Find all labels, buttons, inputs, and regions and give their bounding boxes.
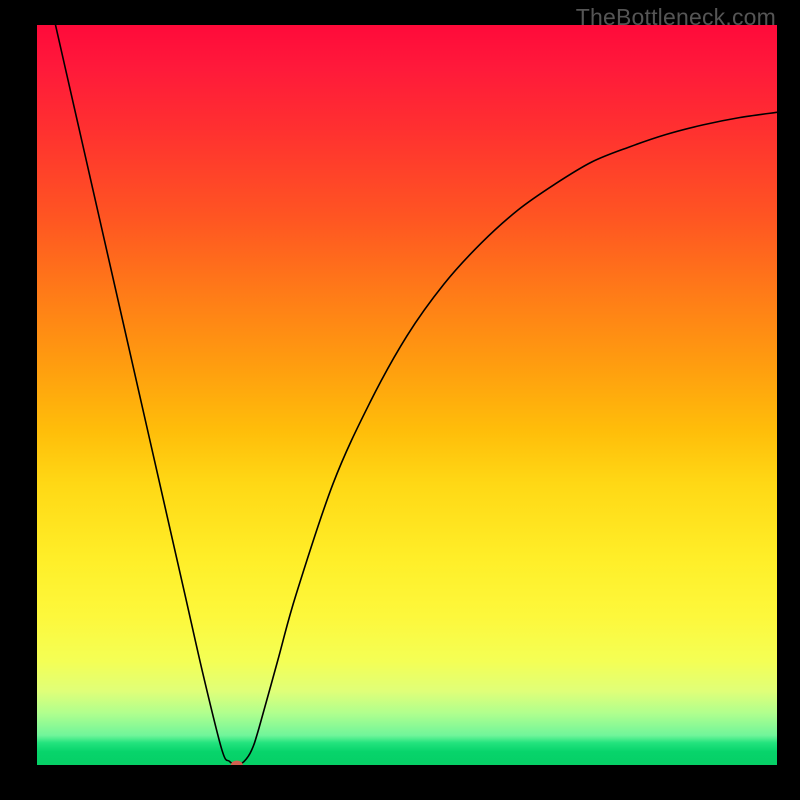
watermark-text: TheBottleneck.com [576,4,776,31]
plot-area [37,25,777,765]
current-point-marker [231,761,243,766]
bottleneck-curve-path [56,25,778,765]
outer-frame: TheBottleneck.com [0,0,800,800]
bottleneck-curve-svg [37,25,777,765]
